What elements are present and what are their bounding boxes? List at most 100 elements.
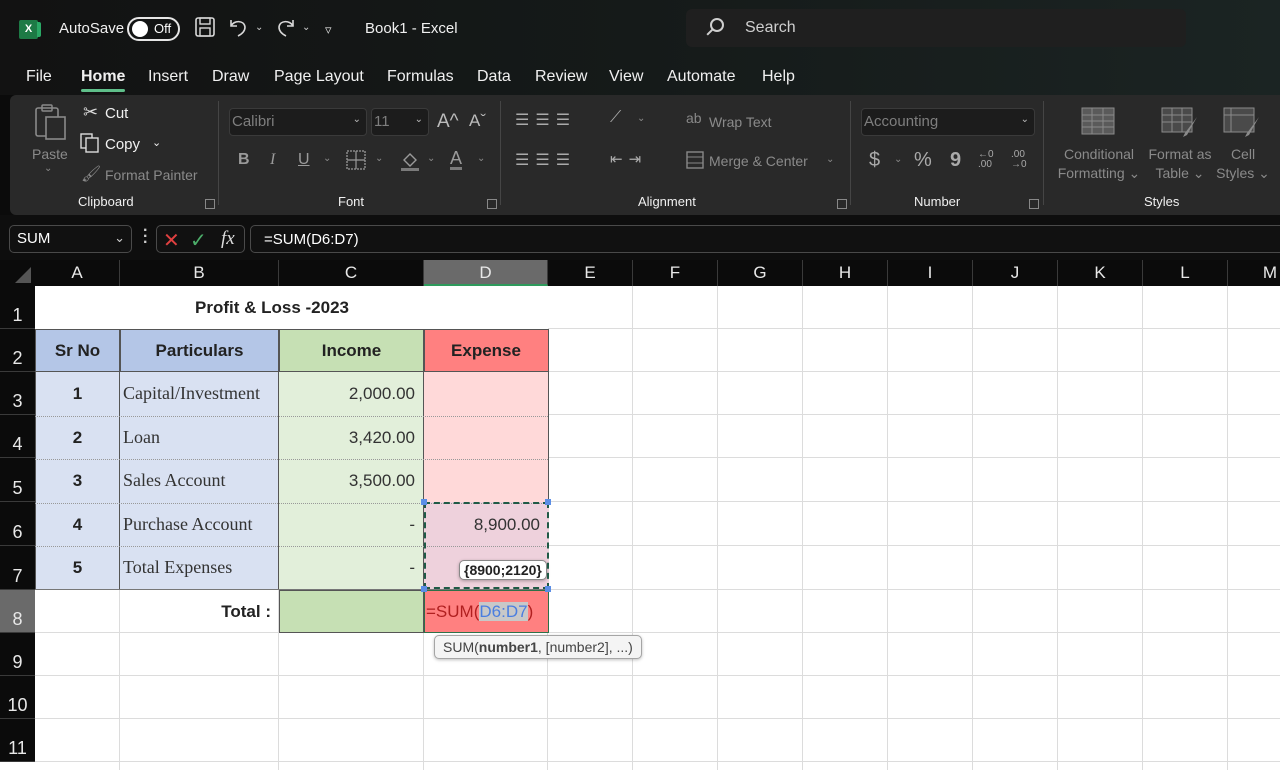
tab-help[interactable]: Help xyxy=(762,68,795,86)
row-header-7[interactable]: 7 xyxy=(0,546,35,590)
insert-function-icon[interactable]: fx xyxy=(221,228,235,250)
income-cell[interactable]: 2,000.00 xyxy=(279,372,415,415)
horizontal-align-buttons[interactable]: ☰☰☰ xyxy=(515,150,576,170)
cancel-icon[interactable]: ✕ xyxy=(163,228,180,253)
tab-file[interactable]: File xyxy=(26,68,52,86)
increase-decimal-button[interactable]: ←0 .00 xyxy=(978,150,994,170)
header-income[interactable]: Income xyxy=(279,329,424,372)
fill-color-dropdown-icon[interactable]: ⌄ xyxy=(427,153,435,164)
row-header-10[interactable]: 10 xyxy=(0,676,35,719)
comma-style-button[interactable]: 9 xyxy=(950,149,961,172)
redo-icon[interactable] xyxy=(275,16,297,44)
borders-dropdown-icon[interactable]: ⌄ xyxy=(375,153,383,164)
header-particulars[interactable]: Particulars xyxy=(120,329,279,372)
column-header-j[interactable]: J xyxy=(973,260,1058,286)
sr-no-cell[interactable]: 1 xyxy=(35,372,120,415)
income-cell[interactable]: 3,500.00 xyxy=(279,459,415,502)
column-header-h[interactable]: H xyxy=(803,260,888,286)
function-tooltip[interactable]: SUM(number1, [number2], ...) xyxy=(434,635,642,659)
particulars-cell[interactable]: Total Expenses xyxy=(123,546,279,589)
row-header-2[interactable]: 2 xyxy=(0,329,35,372)
paste-button[interactable]: Paste xyxy=(32,146,68,162)
editing-cell-d8[interactable]: =SUM(D6:D7) xyxy=(426,590,548,633)
row-header-9[interactable]: 9 xyxy=(0,633,35,676)
column-header-b[interactable]: B xyxy=(120,260,279,286)
italic-button[interactable]: I xyxy=(270,151,275,169)
decrease-decimal-button[interactable]: .00 →0 xyxy=(1011,150,1027,170)
currency-dropdown-icon[interactable]: ⌄ xyxy=(894,154,902,165)
sr-no-cell[interactable]: 2 xyxy=(35,416,120,459)
paste-icon[interactable] xyxy=(34,103,68,144)
alignment-launcher-icon[interactable] xyxy=(837,199,847,209)
vertical-align-buttons[interactable]: ☰☰☰ xyxy=(515,110,576,130)
number-launcher-icon[interactable] xyxy=(1029,199,1039,209)
tab-automate[interactable]: Automate xyxy=(667,68,735,86)
particulars-cell[interactable]: Sales Account xyxy=(123,459,279,502)
sr-no-cell[interactable]: 5 xyxy=(35,546,120,589)
percent-button[interactable]: % xyxy=(914,149,932,172)
borders-icon[interactable] xyxy=(346,150,366,173)
tab-insert[interactable]: Insert xyxy=(148,68,188,86)
range-handle[interactable] xyxy=(545,499,551,505)
underline-dropdown-icon[interactable]: ⌄ xyxy=(323,153,331,164)
row-header-11[interactable]: 11 xyxy=(0,719,35,762)
font-size-select[interactable]: 11 ⌄ xyxy=(371,108,429,136)
income-cell[interactable]: 3,420.00 xyxy=(279,416,415,459)
column-header-g[interactable]: G xyxy=(718,260,803,286)
copy-dropdown-icon[interactable]: ⌄ xyxy=(152,136,161,149)
column-header-k[interactable]: K xyxy=(1058,260,1143,286)
income-cell[interactable]: - xyxy=(279,546,415,589)
sheet-title[interactable]: Profit & Loss -2023 xyxy=(120,286,424,329)
particulars-cell[interactable]: Purchase Account xyxy=(123,503,279,546)
row-header-8[interactable]: 8 xyxy=(0,590,35,633)
particulars-cell[interactable]: Loan xyxy=(123,416,279,459)
fill-color-icon[interactable] xyxy=(400,150,420,175)
currency-button[interactable]: $ xyxy=(869,149,880,172)
tab-page-layout[interactable]: Page Layout xyxy=(274,68,364,86)
redo-dropdown-icon[interactable]: ⌄ xyxy=(302,22,310,33)
column-header-f[interactable]: F xyxy=(633,260,718,286)
header-expense[interactable]: Expense xyxy=(424,329,548,372)
sr-no-cell[interactable]: 4 xyxy=(35,503,120,546)
row-header-6[interactable]: 6 xyxy=(0,502,35,546)
cell-styles-button[interactable]: Cell Styles ⌄ xyxy=(1215,145,1271,183)
underline-button[interactable]: U xyxy=(298,151,310,169)
column-header-m[interactable]: M xyxy=(1228,260,1280,286)
merge-dropdown-icon[interactable]: ⌄ xyxy=(826,154,834,165)
range-handle[interactable] xyxy=(421,499,427,505)
format-as-table-button[interactable]: Format as Table ⌄ xyxy=(1146,145,1214,183)
save-icon[interactable] xyxy=(194,16,216,44)
font-name-select[interactable]: Calibri ⌄ xyxy=(229,108,367,136)
merge-center-button[interactable]: Merge & Center xyxy=(709,153,808,169)
row-header-4[interactable]: 4 xyxy=(0,415,35,458)
row-header-5[interactable]: 5 xyxy=(0,458,35,502)
column-header-d[interactable]: D xyxy=(424,260,548,286)
cut-button[interactable]: Cut xyxy=(105,105,128,122)
column-header-l[interactable]: L xyxy=(1143,260,1228,286)
search-box[interactable]: Search xyxy=(686,9,1186,47)
font-color-button[interactable]: A xyxy=(450,149,463,170)
column-header-e[interactable]: E xyxy=(548,260,633,286)
tab-view[interactable]: View xyxy=(609,68,643,86)
column-header-c[interactable]: C xyxy=(279,260,424,286)
number-format-select[interactable]: Accounting ⌄ xyxy=(861,108,1035,136)
name-box[interactable]: SUM ⌄ xyxy=(9,225,132,253)
tab-data[interactable]: Data xyxy=(477,68,511,86)
more-options-icon[interactable]: · · · xyxy=(143,223,148,251)
tab-formulas[interactable]: Formulas xyxy=(387,68,454,86)
font-launcher-icon[interactable] xyxy=(487,199,497,209)
select-all-button[interactable] xyxy=(0,260,35,286)
indent-buttons[interactable]: ⇤⇥ xyxy=(610,150,647,168)
range-handle[interactable] xyxy=(421,586,427,592)
formula-input[interactable]: =SUM(D6:D7) xyxy=(250,225,1280,253)
column-header-i[interactable]: I xyxy=(888,260,973,286)
income-cell[interactable]: - xyxy=(279,503,415,546)
copy-button[interactable]: Copy xyxy=(105,136,140,153)
bold-button[interactable]: B xyxy=(238,151,250,169)
increase-font-size-button[interactable]: A^ xyxy=(437,111,459,133)
autosave-toggle[interactable]: Off xyxy=(127,17,180,41)
format-painter-button[interactable]: Format Painter xyxy=(105,167,198,183)
total-label[interactable]: Total : xyxy=(120,590,271,633)
header-sr-no[interactable]: Sr No xyxy=(35,329,120,372)
column-header-a[interactable]: A xyxy=(35,260,120,286)
